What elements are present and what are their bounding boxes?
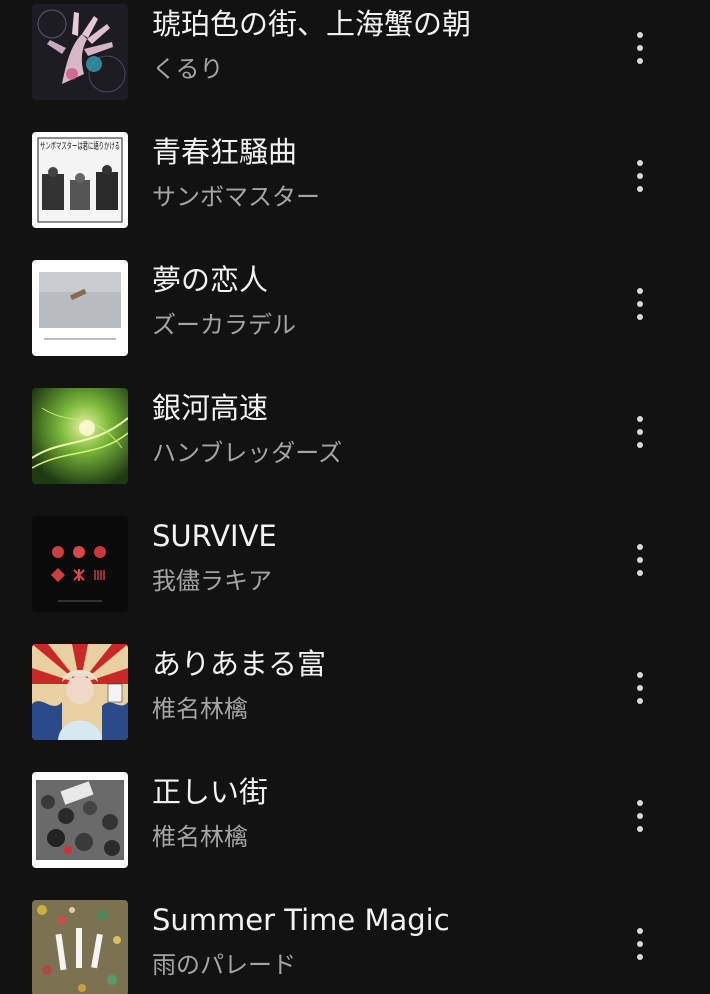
track-row[interactable]: 夢の恋人 ズーカラデル [0, 260, 710, 388]
more-vert-icon[interactable] [620, 658, 660, 718]
track-title: SURVIVE [152, 519, 277, 553]
album-art-text: サンボマスターは君に語りかける [40, 140, 120, 152]
album-art [32, 644, 128, 740]
album-art [32, 516, 128, 612]
track-title: Summer Time Magic [152, 903, 450, 937]
track-row[interactable]: 正しい街 椎名林檎 [0, 772, 710, 900]
track-row[interactable]: 銀河高速 ハンブレッダーズ [0, 388, 710, 516]
more-vert-icon[interactable] [620, 146, 660, 206]
more-vert-icon[interactable] [620, 18, 660, 78]
more-vert-icon[interactable] [620, 402, 660, 462]
track-artist: 我儘ラキア [152, 567, 272, 595]
track-artist: サンボマスター [152, 183, 320, 211]
track-row[interactable]: 琥珀色の街、上海蟹の朝 くるり [0, 4, 710, 132]
album-art [32, 4, 128, 100]
track-artist: ズーカラデル [152, 311, 296, 339]
album-art [32, 900, 128, 994]
album-art: サンボマスターは君に語りかける [32, 132, 128, 228]
track-row[interactable]: Summer Time Magic 雨のパレード [0, 900, 710, 994]
track-artist: くるり [152, 55, 224, 83]
track-artist: 椎名林檎 [152, 823, 248, 851]
track-row[interactable]: SURVIVE 我儘ラキア [0, 516, 710, 644]
track-artist: 雨のパレード [152, 951, 296, 979]
track-title: 青春狂騒曲 [152, 135, 298, 169]
more-vert-icon[interactable] [620, 786, 660, 846]
track-row[interactable]: サンボマスターは君に語りかける 青春狂騒曲 サンボマスター [0, 132, 710, 260]
more-vert-icon[interactable] [620, 914, 660, 974]
track-artist: ハンブレッダーズ [152, 439, 343, 467]
track-title: 正しい街 [152, 775, 269, 809]
track-title: 琥珀色の街、上海蟹の朝 [152, 7, 472, 41]
more-vert-icon[interactable] [620, 274, 660, 334]
track-list: 琥珀色の街、上海蟹の朝 くるり サンボマスターは君に語りかける 青春狂騒曲 サン… [0, 0, 710, 994]
track-title: ありあまる富 [152, 647, 327, 681]
track-artist: 椎名林檎 [152, 695, 248, 723]
album-art [32, 388, 128, 484]
album-art [32, 260, 128, 356]
track-title: 夢の恋人 [152, 263, 269, 297]
track-title: 銀河高速 [152, 391, 269, 425]
track-row[interactable]: ありあまる富 椎名林檎 [0, 644, 710, 772]
more-vert-icon[interactable] [620, 530, 660, 590]
album-art [32, 772, 128, 868]
